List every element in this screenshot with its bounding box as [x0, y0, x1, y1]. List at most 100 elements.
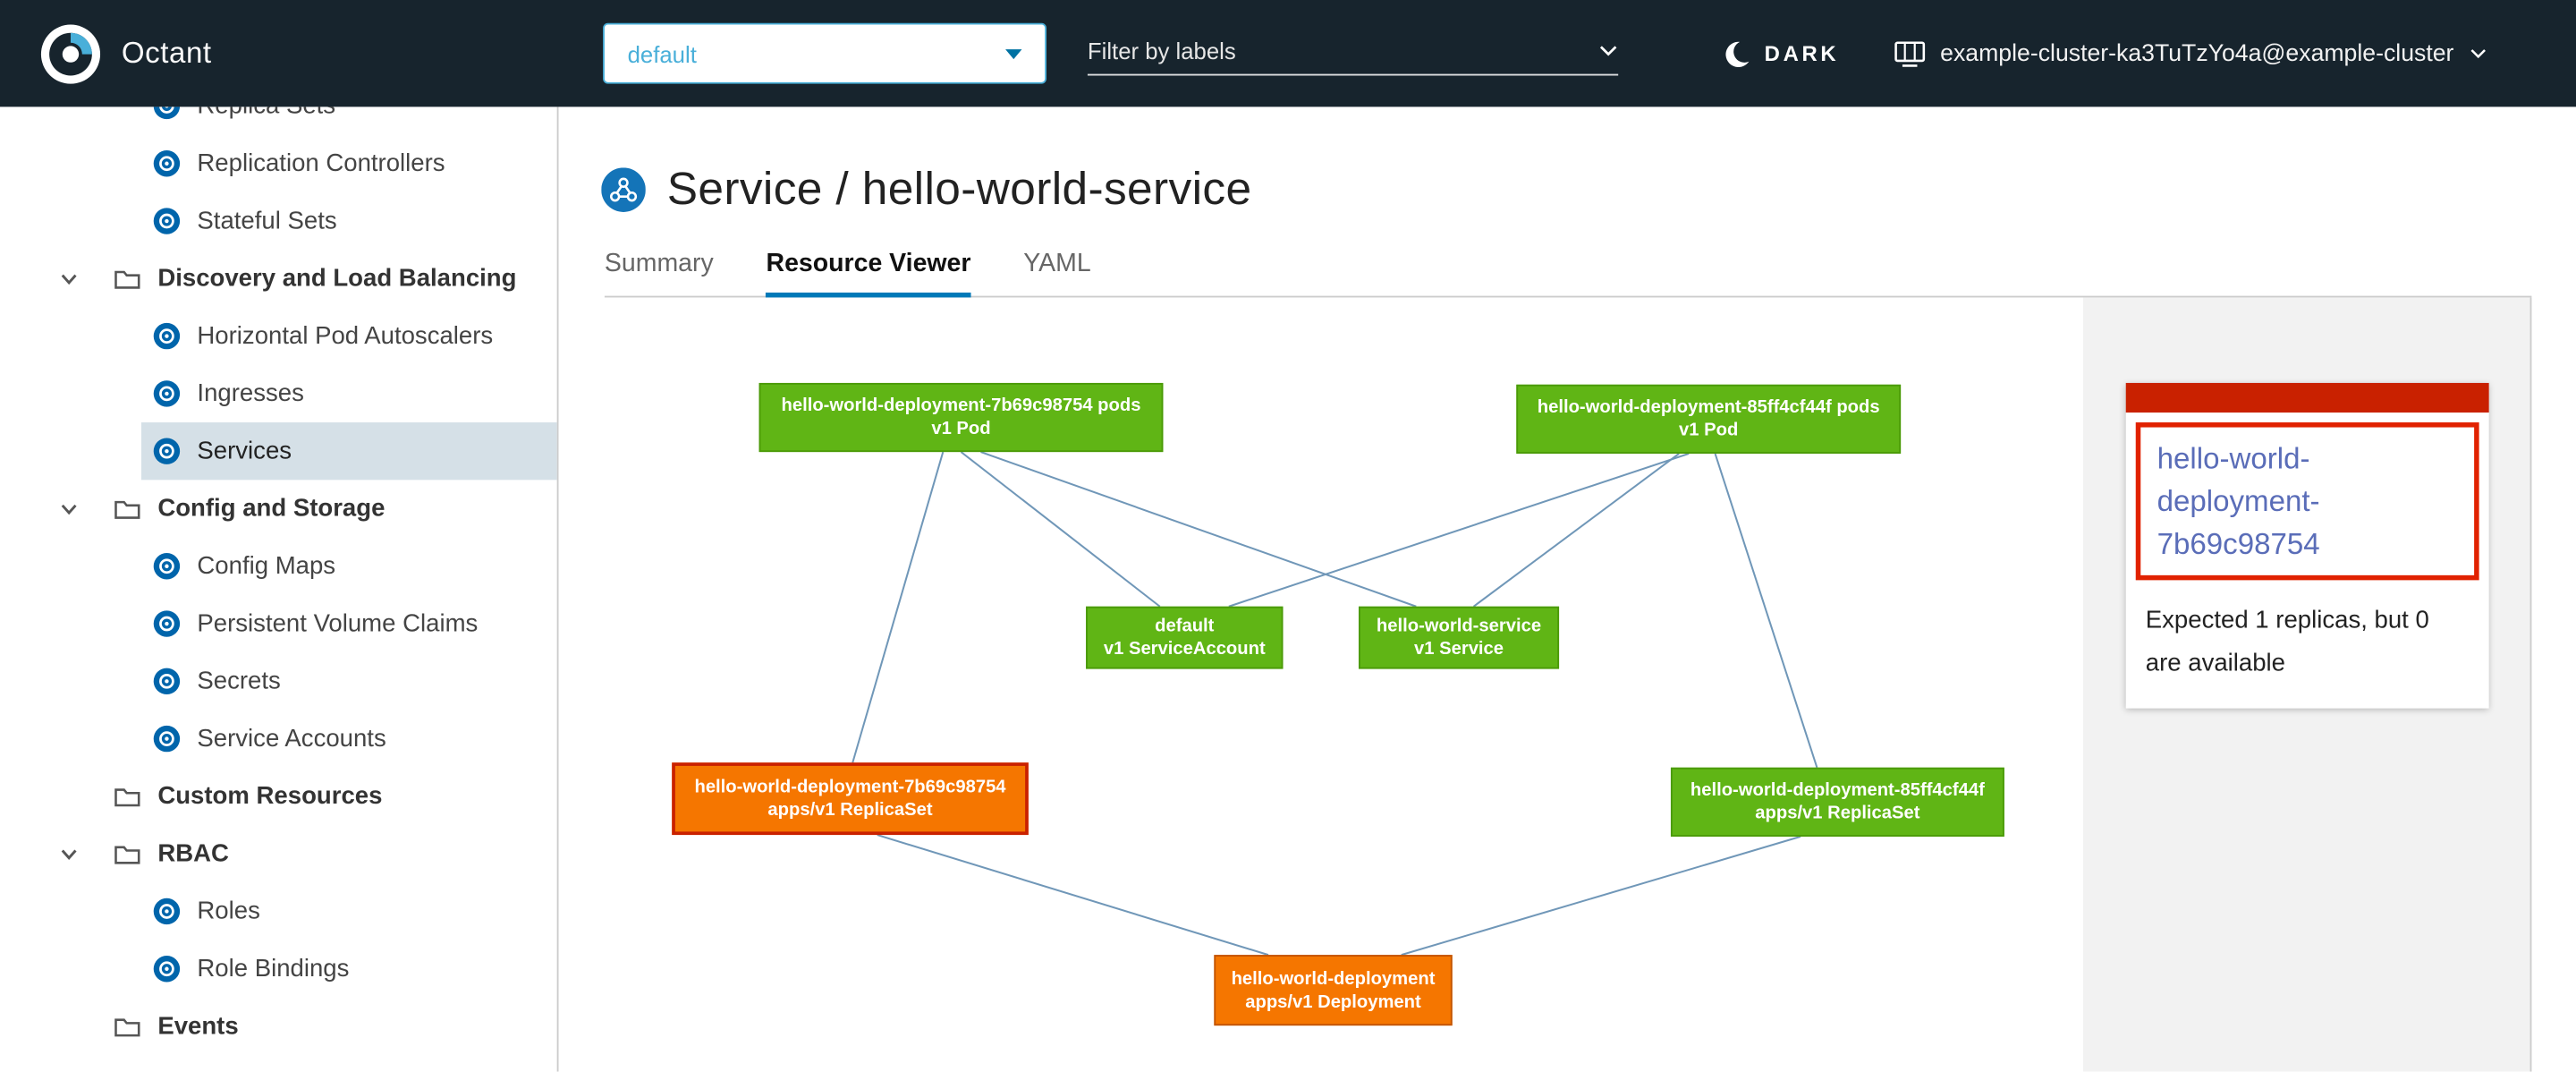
sidebar-item-replica-sets[interactable]: Replica Sets — [0, 106, 557, 134]
graph-node-serviceaccount-default[interactable]: defaultv1 ServiceAccount — [1086, 607, 1283, 669]
sidebar-label: Replica Sets — [197, 106, 335, 120]
node-title: default — [1155, 615, 1214, 638]
sidebar-group-config-and-storage[interactable]: Config and Storage — [0, 480, 557, 537]
services-icon — [153, 438, 181, 465]
graph-node-pod-85ff4cf44f[interactable]: hello-world-deployment-85ff4cf44f podsv1… — [1516, 385, 1901, 454]
sidebar-item-ingresses[interactable]: Ingresses — [0, 365, 557, 422]
graph-edge — [1716, 454, 1818, 768]
sidebar-group-rbac[interactable]: RBAC — [0, 825, 557, 882]
sidebar-item-role-bindings[interactable]: Role Bindings — [0, 940, 557, 998]
horizontal-pod-autoscalers-icon — [153, 322, 181, 350]
chevron-down-icon[interactable] — [59, 272, 82, 285]
sidebar-label: Config and Storage — [157, 495, 385, 523]
card-title-box: hello-world-deployment-7b69c98754 — [2136, 422, 2479, 580]
sidebar-label: Replication Controllers — [197, 149, 445, 177]
sidebar-label: Service Accounts — [197, 725, 386, 753]
node-subtitle: apps/v1 ReplicaSet — [767, 799, 932, 822]
sidebar-label: Ingresses — [197, 379, 303, 407]
graph-edge — [877, 835, 1268, 955]
ingresses-icon — [153, 379, 181, 407]
tab-summary[interactable]: Summary — [605, 248, 714, 297]
chevron-down-icon[interactable] — [59, 847, 82, 861]
sidebar-item-replication-controllers[interactable]: Replication Controllers — [0, 135, 557, 192]
service-icon — [601, 166, 646, 211]
role-bindings-icon — [153, 955, 181, 983]
cluster-icon — [1894, 40, 1926, 66]
sidebar-label: Config Maps — [197, 552, 335, 580]
sidebar-item-horizontal-pod-autoscalers[interactable]: Horizontal Pod Autoscalers — [0, 307, 557, 364]
sidebar-label: Events — [157, 1012, 238, 1040]
graph-edge — [852, 452, 943, 762]
filter-labels-field — [1088, 26, 1618, 75]
graph-edge — [981, 452, 1417, 607]
moon-icon — [1722, 38, 1751, 68]
sidebar-label: RBAC — [157, 840, 229, 868]
node-subtitle: apps/v1 Deployment — [1245, 991, 1421, 1014]
service-accounts-icon — [153, 725, 181, 753]
namespace-select[interactable]: default — [603, 23, 1046, 84]
sidebar-item-config-maps[interactable]: Config Maps — [0, 538, 557, 595]
graph-edge — [1474, 454, 1680, 607]
app-title: Octant — [122, 36, 212, 71]
node-subtitle: apps/v1 ReplicaSet — [1755, 802, 1919, 825]
roles-icon — [153, 898, 181, 925]
persistent-volume-claims-icon — [153, 609, 181, 637]
secrets-icon — [153, 668, 181, 695]
sidebar-group-discovery-and-load-balancing[interactable]: Discovery and Load Balancing — [0, 250, 557, 307]
stateful-sets-icon — [153, 207, 181, 234]
graph-edge — [1229, 454, 1689, 607]
tab-resource-viewer[interactable]: Resource Viewer — [767, 248, 971, 297]
filter-labels-input[interactable] — [1088, 37, 1598, 63]
replication-controllers-icon — [153, 149, 181, 177]
sidebar-label: Discovery and Load Balancing — [157, 265, 516, 293]
sidebar-item-roles[interactable]: Roles — [0, 882, 557, 940]
sidebar-nav: Replica Sets Replication Controllers State… — [0, 106, 557, 1055]
graph-edge — [1402, 837, 1801, 955]
folder-icon — [114, 267, 141, 290]
sidebar-label: Secrets — [197, 668, 280, 695]
theme-toggle-label: DARK — [1765, 41, 1840, 66]
sidebar: Replica Sets Replication Controllers State… — [0, 106, 558, 1071]
folder-icon — [114, 785, 141, 808]
tab-yaml[interactable]: YAML — [1023, 248, 1090, 297]
node-subtitle: v1 ServiceAccount — [1104, 638, 1266, 661]
graph-node-deployment-hello-world[interactable]: hello-world-deploymentapps/v1 Deployment — [1214, 955, 1452, 1025]
node-title: hello-world-deployment-85ff4cf44f — [1690, 779, 1985, 803]
sidebar-group-custom-resources[interactable]: Custom Resources — [0, 768, 557, 825]
chevron-down-icon[interactable] — [1598, 44, 1618, 57]
node-title: hello-world-deployment-7b69c98754 pods — [782, 395, 1141, 418]
config-maps-icon — [153, 552, 181, 580]
sidebar-group-events[interactable]: Events — [0, 998, 557, 1055]
node-subtitle: v1 Service — [1414, 638, 1504, 661]
octant-logo-icon — [39, 22, 102, 85]
graph-node-replicaset-85ff4cf44f[interactable]: hello-world-deployment-85ff4cf44fapps/v1… — [1671, 768, 2004, 837]
sidebar-label: Stateful Sets — [197, 207, 336, 234]
sidebar-item-persistent-volume-claims[interactable]: Persistent Volume Claims — [0, 595, 557, 652]
selected-object-link[interactable]: hello-world-deployment-7b69c98754 — [2157, 438, 2458, 566]
top-header: Octant default DARK — [0, 0, 2576, 106]
graph-node-pod-7b69c98754[interactable]: hello-world-deployment-7b69c98754 podsv1… — [759, 383, 1164, 452]
namespace-select-value: default — [628, 40, 1005, 66]
graph-node-replicaset-7b69c98754[interactable]: hello-world-deployment-7b69c98754apps/v1… — [672, 762, 1029, 835]
theme-toggle-button[interactable]: DARK — [1722, 0, 1839, 106]
sidebar-item-stateful-sets[interactable]: Stateful Sets — [0, 192, 557, 250]
sidebar-item-secrets[interactable]: Secrets — [0, 652, 557, 710]
cluster-menu[interactable]: example-cluster-ka3TuTzYo4a@example-clus… — [1894, 0, 2487, 106]
replica-sets-icon — [153, 106, 181, 120]
page-header: Service / hello-world-service — [601, 163, 1251, 216]
detail-panel: hello-world-deployment-7b69c98754 Expect… — [2083, 297, 2531, 1071]
node-title: hello-world-deployment-7b69c98754 — [694, 776, 1005, 799]
graph-edge — [961, 452, 1159, 607]
sidebar-label: Horizontal Pod Autoscalers — [197, 322, 493, 350]
chevron-down-icon — [2469, 47, 2487, 59]
card-status-bar-red — [2126, 383, 2489, 413]
sidebar-label: Persistent Volume Claims — [197, 609, 478, 637]
graph-node-service-hello-world[interactable]: hello-world-servicev1 Service — [1359, 607, 1559, 669]
sidebar-item-service-accounts[interactable]: Service Accounts — [0, 710, 557, 767]
selected-object-card: hello-world-deployment-7b69c98754 Expect… — [2126, 383, 2489, 709]
node-subtitle: v1 Pod — [1679, 419, 1738, 442]
sidebar-item-services[interactable]: Services — [0, 422, 557, 480]
brand: Octant — [39, 0, 212, 106]
cluster-name: example-cluster-ka3TuTzYo4a@example-clus… — [1940, 40, 2453, 66]
chevron-down-icon[interactable] — [59, 502, 82, 515]
